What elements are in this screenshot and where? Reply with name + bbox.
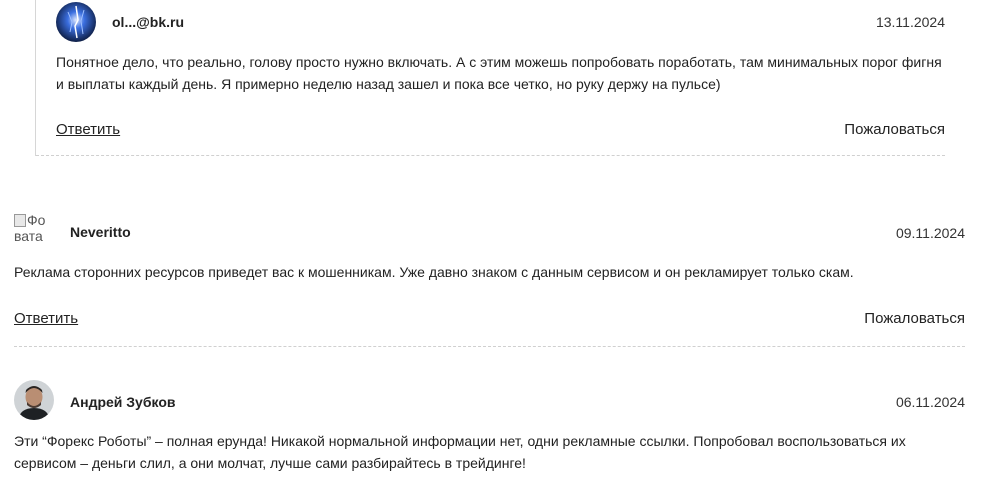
complain-button[interactable]: Пожаловаться xyxy=(844,120,945,140)
comment: Андрей Зубков 06.11.2024 Эти “Форекс Роб… xyxy=(14,378,965,480)
comment-text: Эти “Форекс Роботы” – полная ерунда! Ник… xyxy=(14,430,965,474)
avatar-broken-image: Фо вата xyxy=(14,212,54,252)
divider xyxy=(36,155,945,156)
comment: Фо вата Neveritto 09.11.2024 Реклама сто… xyxy=(14,205,965,347)
comment-author: Андрей Зубков xyxy=(70,394,176,410)
comment-author: ol...@bk.ru xyxy=(112,14,184,30)
complain-button[interactable]: Пожаловаться xyxy=(864,309,965,329)
reply-link[interactable]: Ответить xyxy=(56,120,120,140)
avatar-image xyxy=(14,380,54,420)
divider xyxy=(14,346,965,347)
avatar xyxy=(14,380,54,420)
avatar-alt-text: вата xyxy=(14,228,43,244)
broken-image-icon xyxy=(14,214,26,227)
comment-reply: ol...@bk.ru 13.11.2024 Понятное дело, чт… xyxy=(35,0,945,156)
comment-text-line: сервисом – деньги слил, а они молчат, лу… xyxy=(14,455,526,471)
comment-date: 09.11.2024 xyxy=(895,225,965,241)
comment-date: 06.11.2024 xyxy=(895,394,965,410)
comment-author: Neveritto xyxy=(70,224,131,240)
avatar-image xyxy=(56,2,96,42)
comment-text: Реклама сторонних ресурсов приведет вас … xyxy=(14,264,854,280)
comment-text: Понятное дело, что реально, голову прост… xyxy=(56,51,946,95)
comment-text-line: Понятное дело, что реально, голову прост… xyxy=(56,54,942,70)
reply-link[interactable]: Ответить xyxy=(14,309,78,329)
comment-date: 13.11.2024 xyxy=(875,14,945,30)
comment-text-line: Эти “Форекс Роботы” – полная ерунда! Ник… xyxy=(14,433,906,449)
comment-text-line: и выплаты каждый день. Я примерно неделю… xyxy=(56,76,721,92)
avatar xyxy=(56,2,96,42)
avatar-alt-text: Фо xyxy=(27,212,46,228)
